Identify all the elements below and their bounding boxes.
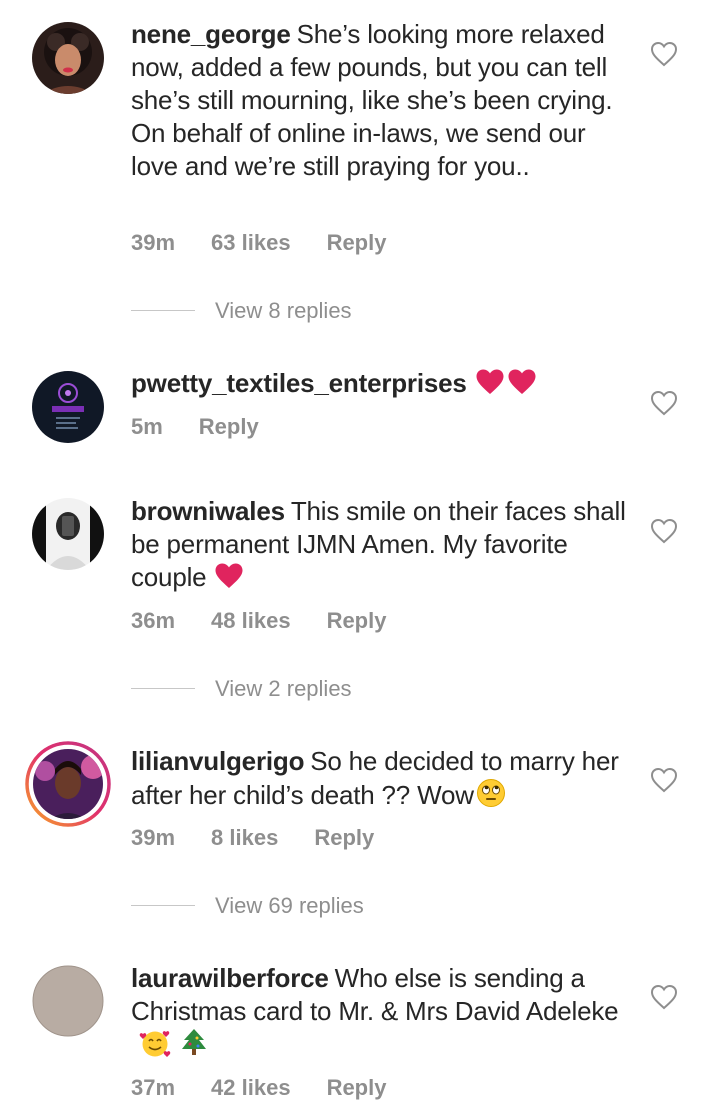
eye-roll-emoji	[476, 778, 506, 808]
heart-outline-icon[interactable]	[650, 41, 678, 67]
view-replies-button[interactable]: View 69 replies	[131, 891, 364, 921]
red-heart-emoji	[475, 368, 505, 396]
comment-text: laurawilberforce Who else is sending a Ch…	[131, 962, 631, 1062]
avatar[interactable]	[32, 965, 104, 1037]
replies-divider	[131, 904, 195, 906]
comment-time: 37m	[131, 1075, 176, 1100]
comment-meta: 37m 42 likes Reply	[131, 1074, 422, 1102]
comment-text: nene_george She’s looking more relaxed no…	[131, 18, 631, 183]
comment-meta: 39m 63 likes Reply	[131, 229, 422, 257]
comment-time: 39m	[131, 230, 176, 255]
user-photo-icon	[25, 741, 111, 827]
heart-outline-icon[interactable]	[650, 518, 678, 544]
red-heart-emoji	[214, 562, 244, 590]
christmas-tree-emoji	[181, 1028, 207, 1058]
comment-username[interactable]: laurawilberforce	[131, 963, 329, 993]
smiling-face-with-hearts-emoji	[139, 1028, 171, 1058]
avatar-story-ring[interactable]	[25, 741, 111, 827]
comment-time: 39m	[131, 825, 176, 850]
comment-time: 36m	[131, 608, 176, 633]
comment-likes[interactable]: 63 likes	[211, 230, 291, 255]
default-avatar-icon	[32, 965, 104, 1037]
comment-text: browniwales This smile on their faces sha…	[131, 495, 631, 594]
comment-text: pwetty_textiles_enterprises	[131, 367, 631, 400]
comment-likes[interactable]: 42 likes	[211, 1075, 291, 1100]
comment-meta: 36m 48 likes Reply	[131, 607, 422, 635]
reply-button[interactable]: Reply	[327, 608, 387, 633]
user-photo-icon	[32, 498, 104, 570]
view-replies-label: View 8 replies	[215, 298, 352, 323]
comment-text: lilianvulgerigo So he decided to marry he…	[131, 745, 631, 812]
view-replies-button[interactable]: View 8 replies	[131, 296, 352, 326]
avatar[interactable]	[32, 22, 104, 94]
heart-outline-icon[interactable]	[650, 390, 678, 416]
heart-outline-icon[interactable]	[650, 767, 678, 793]
comment-likes[interactable]: 8 likes	[211, 825, 278, 850]
replies-divider	[131, 309, 195, 311]
comment-time: 5m	[131, 414, 163, 439]
replies-divider	[131, 687, 195, 689]
comment-meta: 39m 8 likes Reply	[131, 824, 410, 852]
view-replies-button[interactable]: View 2 replies	[131, 674, 352, 704]
reply-button[interactable]: Reply	[199, 414, 259, 439]
comment-likes[interactable]: 48 likes	[211, 608, 291, 633]
comment-username[interactable]: browniwales	[131, 496, 285, 526]
view-replies-label: View 69 replies	[215, 893, 364, 918]
red-heart-emoji	[507, 368, 537, 396]
heart-outline-icon[interactable]	[650, 984, 678, 1010]
comment-username[interactable]: nene_george	[131, 19, 291, 49]
reply-button[interactable]: Reply	[327, 230, 387, 255]
avatar[interactable]	[32, 498, 104, 570]
view-replies-label: View 2 replies	[215, 676, 352, 701]
comment-username[interactable]: lilianvulgerigo	[131, 746, 304, 776]
comment-username[interactable]: pwetty_textiles_enterprises	[131, 368, 467, 398]
reply-button[interactable]: Reply	[314, 825, 374, 850]
comment-meta: 5m Reply	[131, 413, 295, 441]
reply-button[interactable]: Reply	[327, 1075, 387, 1100]
avatar[interactable]	[32, 371, 104, 443]
business-logo-icon	[32, 371, 104, 443]
user-photo-icon	[32, 22, 104, 94]
